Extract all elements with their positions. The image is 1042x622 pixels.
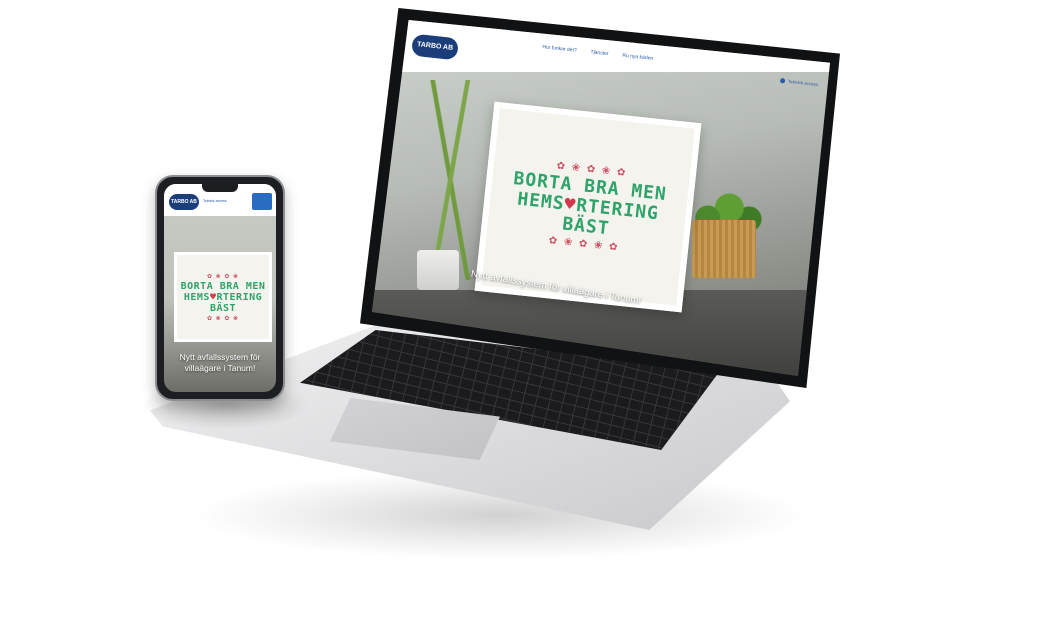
menu-button[interactable]	[252, 193, 272, 210]
phone-hero-line-3: BÄST	[209, 302, 237, 314]
nav-item-how-it-works[interactable]: Hur funkar det?	[542, 44, 577, 54]
phone-hero-embroidery-frame: ✿ ❀ ✿ ❀ BORTA BRA MEN HEMS♥RTERING BÄST …	[174, 252, 272, 342]
site-logo[interactable]: TARBO AB	[410, 33, 460, 61]
flower-garland: ✿ ❀ ✿ ❀	[206, 273, 240, 280]
device-mockup-scene: ✿ ❀ ✿ ❀ ✿ BORTA BRA MEN HEMS♥RTERING BÄS…	[0, 0, 1042, 622]
flower-garland: ✿ ❀ ✿ ❀	[206, 315, 240, 322]
phone-notch	[202, 184, 238, 192]
phone-screen: TARBO AB Teknisk access ✿ ❀ ✿ ❀ BORTA BR…	[164, 184, 276, 392]
phone-login-link[interactable]: Teknisk access	[203, 199, 227, 203]
basket-pot-image	[692, 220, 756, 278]
hero-line-3: BÄST	[561, 213, 611, 240]
nav-item-services[interactable]: Tjänster	[590, 49, 609, 57]
phone-hero-line-2: HEMS♥RTERING	[183, 291, 263, 303]
flower-garland: ✿ ❀ ✿ ❀ ✿	[548, 235, 620, 254]
phone: TARBO AB Teknisk access ✿ ❀ ✿ ❀ BORTA BR…	[155, 175, 285, 401]
nav-item-new-bins[interactable]: Ru nya kärlen	[622, 53, 653, 62]
vase-image	[417, 250, 459, 290]
login-label: Teknisk access	[787, 78, 819, 87]
main-nav: Hur funkar det? Tjänster Ru nya kärlen	[542, 44, 653, 62]
phone-site-logo[interactable]: TARBO AB	[169, 194, 199, 210]
phone-hero-line-1: BORTA BRA MEN	[180, 280, 266, 292]
phone-hero-caption: Nytt avfallssystem för villaägare i Tanu…	[179, 352, 261, 373]
login-link[interactable]: Teknisk access	[779, 78, 819, 87]
user-icon	[779, 78, 786, 84]
